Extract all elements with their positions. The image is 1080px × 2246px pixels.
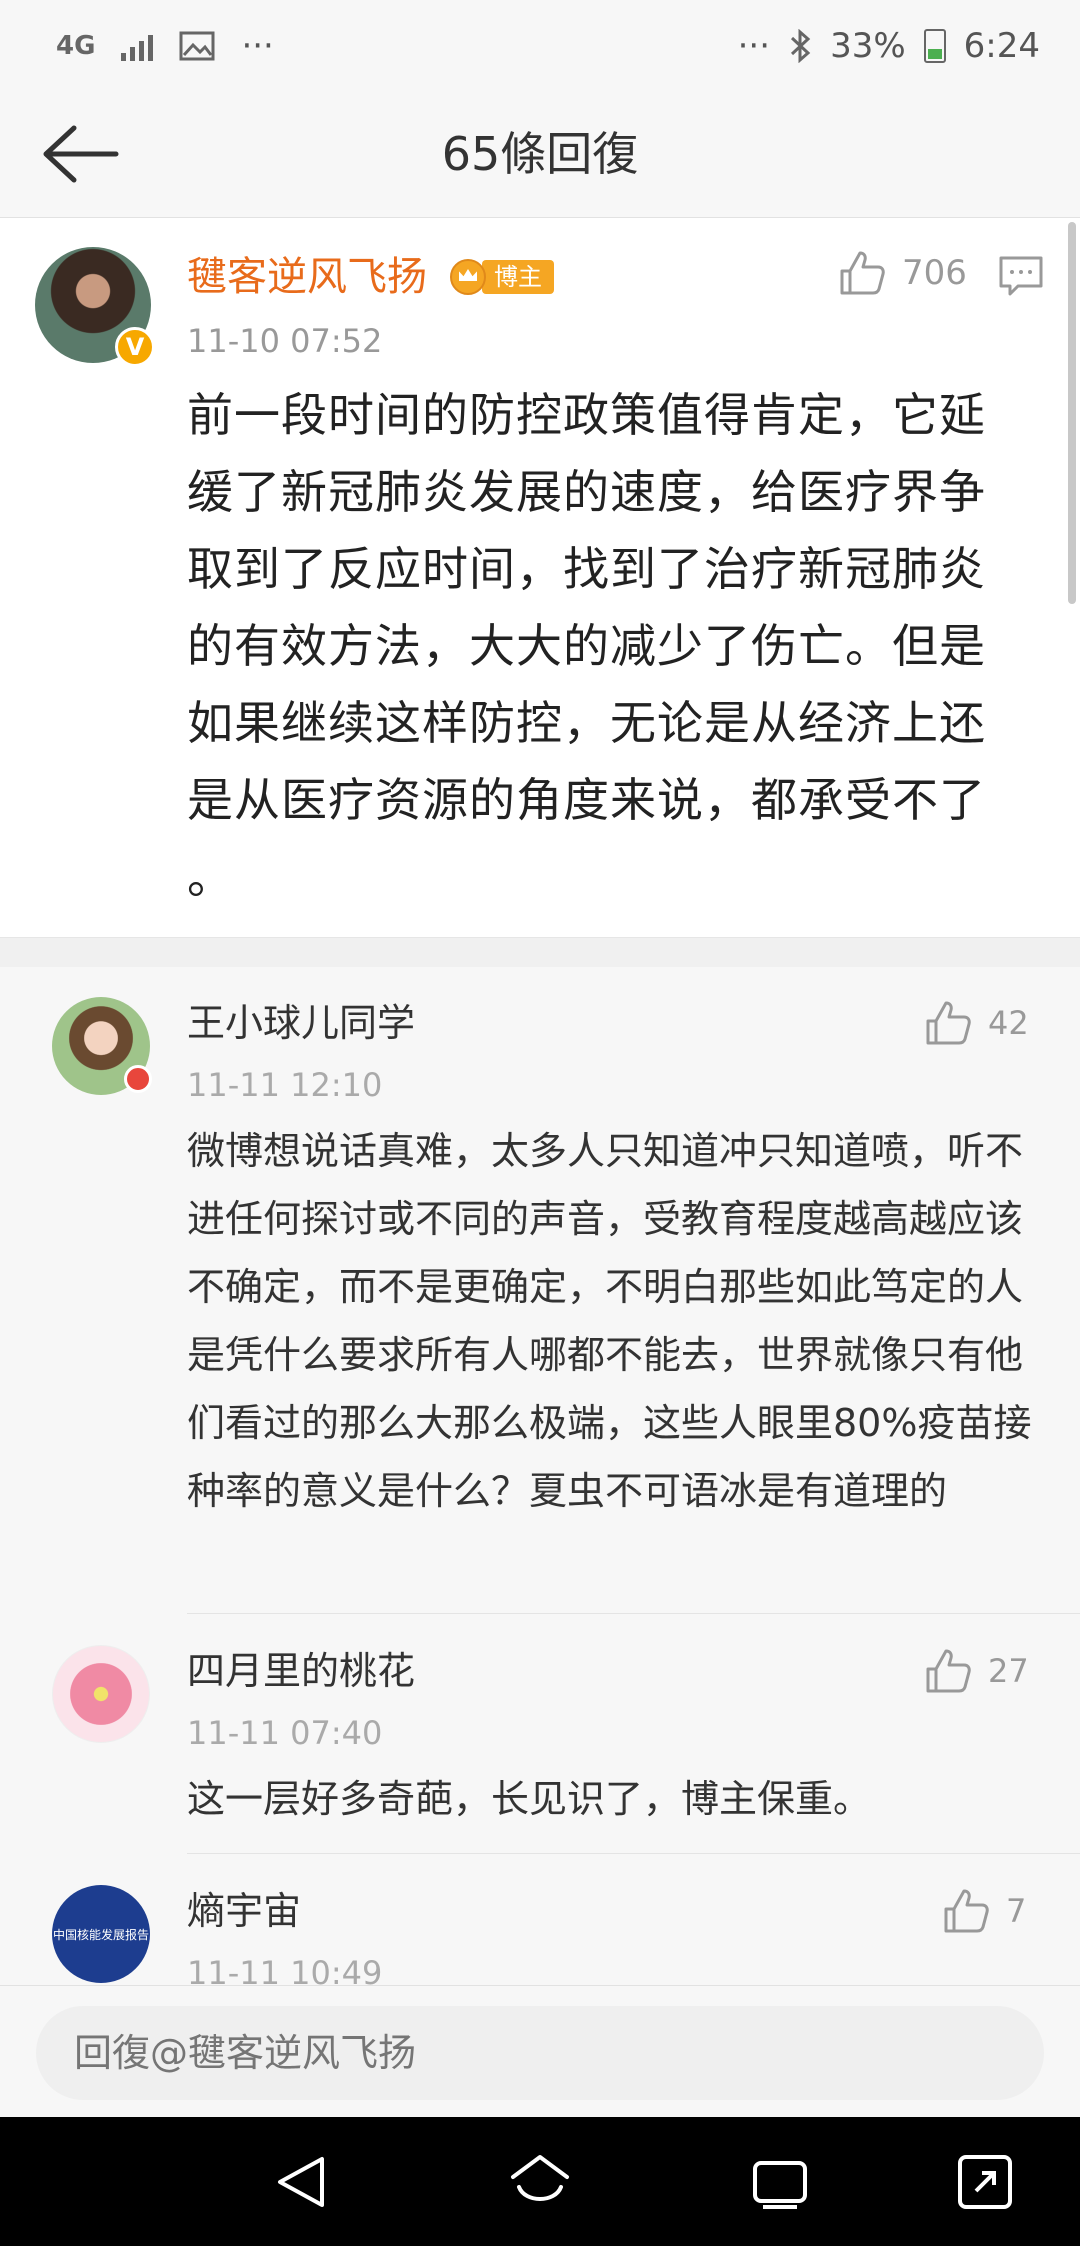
signal-icon xyxy=(121,31,154,61)
more-notifications: ··· xyxy=(241,26,274,66)
comment-icon[interactable] xyxy=(998,253,1044,299)
reply-item[interactable]: 四月里的桃花 11-11 07:40 27 这一层好多奇葩，长见识了，博主保重。 xyxy=(0,1615,1080,1855)
status-left: 4G ··· xyxy=(56,26,274,66)
blogger-badge: 博主 xyxy=(450,257,554,297)
avatar[interactable]: 中国核能发展报告 xyxy=(52,1885,150,1983)
post-time: 11-10 07:52 xyxy=(187,322,383,360)
avatar[interactable] xyxy=(52,997,152,1095)
avatar[interactable]: V xyxy=(35,247,155,367)
blogger-tag: 博主 xyxy=(482,260,554,294)
like-count: 42 xyxy=(988,1004,1029,1042)
like-button[interactable]: 27 xyxy=(924,1647,1029,1695)
post-author-name[interactable]: 毽客逆风飞扬 xyxy=(187,249,427,305)
nav-home-icon[interactable] xyxy=(505,2147,575,2217)
image-icon xyxy=(179,31,215,61)
reply-content: 微博想说话真难，太多人只知道冲只知道喷，听不进任何探讨或不同的声音，受教育程度越… xyxy=(187,1129,1032,1513)
divider xyxy=(187,1853,1080,1854)
page-title: 65條回復 xyxy=(441,127,639,181)
avatar[interactable] xyxy=(52,1645,150,1743)
top-nav-header: 65條回復 xyxy=(0,92,1080,218)
verified-badge: V xyxy=(115,327,155,367)
post-content: 前一段时间的防控政策值得肯定，它延缓了新冠肺炎发展的速度，给医疗界争取到了反应时… xyxy=(187,388,986,904)
nav-recents-icon[interactable] xyxy=(745,2147,815,2217)
thumb-up-icon xyxy=(926,1001,971,1045)
bluetooth-icon xyxy=(791,29,811,63)
nav-expand-icon[interactable] xyxy=(950,2147,1020,2217)
thumb-up-icon xyxy=(926,1649,971,1693)
thumb-up-icon xyxy=(944,1889,989,1933)
reply-item[interactable]: 中国核能发展报告 熵宇宙 11-11 10:49 7 xyxy=(0,1855,1080,1985)
like-button[interactable]: 42 xyxy=(924,999,1029,1047)
avatar-image xyxy=(52,1645,150,1743)
reply-content: 这一层好多奇葩，长见识了，博主保重。 xyxy=(187,1777,872,1821)
thumb-up-icon xyxy=(840,251,885,295)
section-divider xyxy=(0,937,1080,967)
system-nav-bar xyxy=(0,2117,1080,2246)
member-badge xyxy=(124,1065,152,1093)
crown-icon xyxy=(450,259,486,295)
like-button[interactable]: 706 xyxy=(838,249,967,297)
reply-author-name[interactable]: 王小球儿同学 xyxy=(187,997,415,1049)
like-count: 7 xyxy=(1006,1892,1027,1930)
clock: 6:24 xyxy=(963,26,1040,66)
network-type: 4G xyxy=(56,31,96,61)
reply-bar xyxy=(0,1985,1080,2117)
reply-time: 11-11 07:40 xyxy=(187,1714,383,1752)
divider xyxy=(187,1613,1080,1614)
status-bar: 4G ··· ··· 33% 6:24 xyxy=(0,0,1080,92)
reply-input[interactable] xyxy=(36,2006,1044,2100)
battery-icon xyxy=(923,29,946,63)
reply-time: 11-11 12:10 xyxy=(187,1066,383,1104)
reply-author-name[interactable]: 四月里的桃花 xyxy=(187,1645,415,1697)
nav-back-icon[interactable] xyxy=(266,2147,336,2217)
like-count: 27 xyxy=(988,1652,1029,1690)
main-post: V 毽客逆风飞扬 博主 11-10 07:52 706 前一段时间的防控政策值得… xyxy=(0,219,1080,937)
battery-percent: 33% xyxy=(830,26,906,66)
reply-time: 11-11 10:49 xyxy=(187,1954,383,1985)
avatar-image: 中国核能发展报告 xyxy=(52,1885,150,1983)
replies-list: 王小球儿同学 11-11 12:10 42 微博想说话真难，太多人只知道冲只知道… xyxy=(0,967,1080,1985)
reply-author-name[interactable]: 熵宇宙 xyxy=(187,1885,301,1937)
like-count: 706 xyxy=(902,253,967,293)
scrollbar[interactable] xyxy=(1068,222,1076,604)
status-right: ··· 33% 6:24 xyxy=(738,26,1040,66)
reply-item[interactable]: 王小球儿同学 11-11 12:10 42 微博想说话真难，太多人只知道冲只知道… xyxy=(0,967,1080,1615)
more-status: ··· xyxy=(737,26,771,66)
like-button[interactable]: 7 xyxy=(942,1887,1026,1935)
